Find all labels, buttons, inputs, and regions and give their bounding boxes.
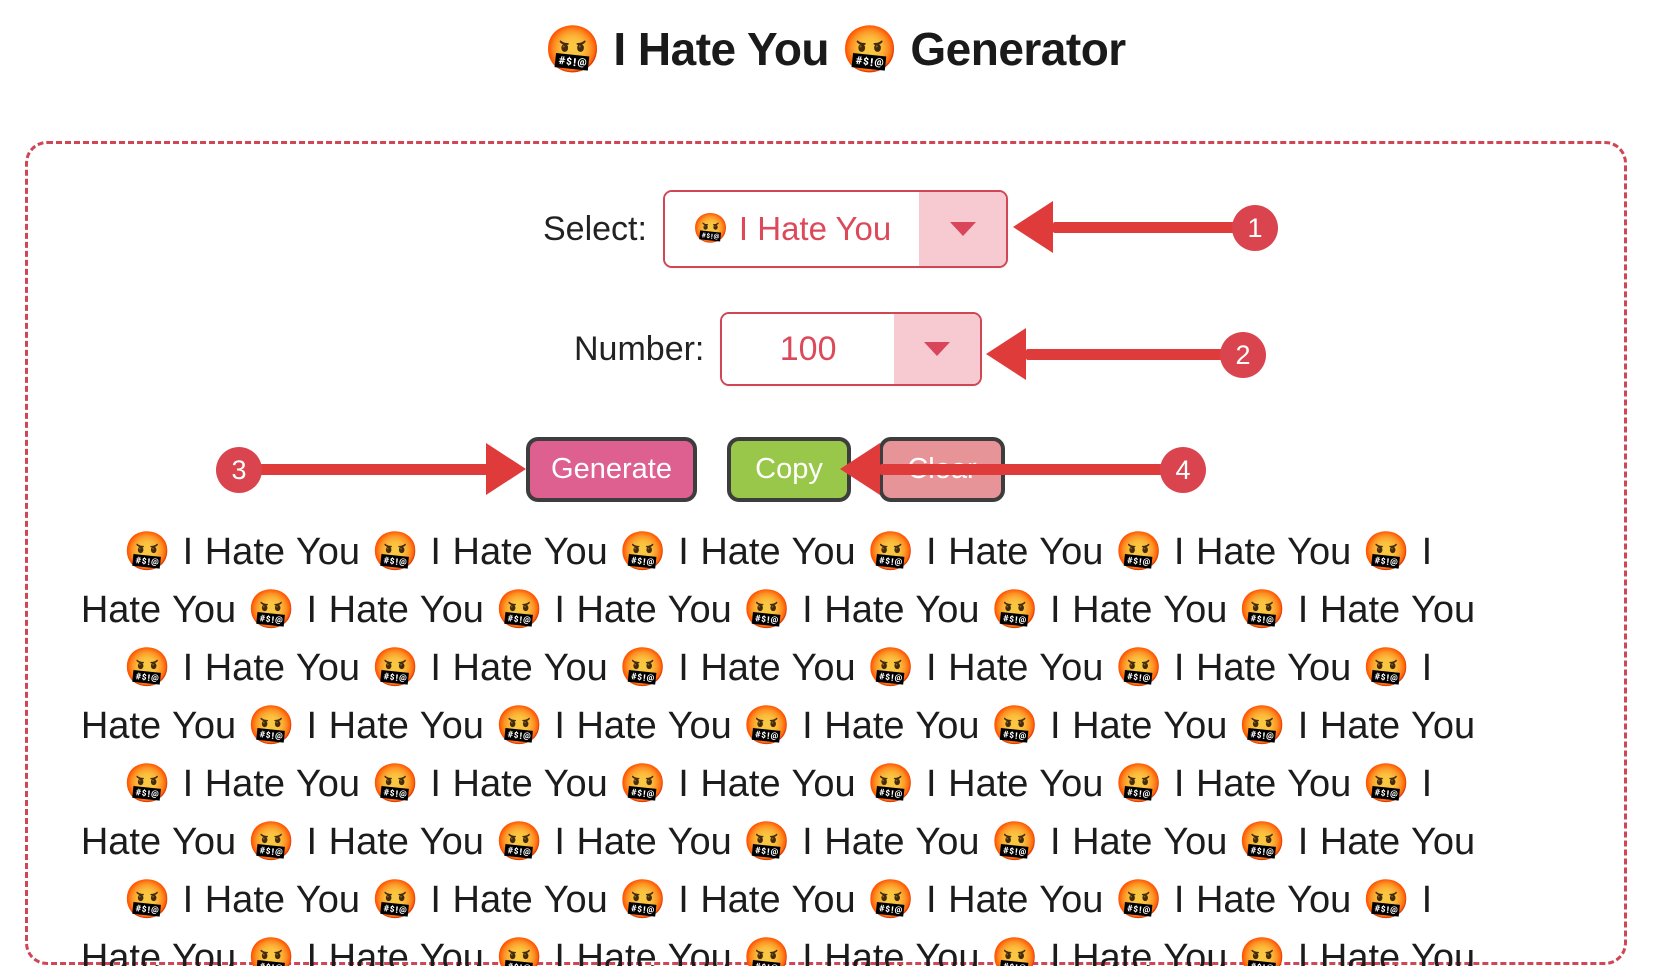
number-dropdown[interactable]: 100 xyxy=(720,312,983,386)
select-row: Select: 🤬 I Hate You xyxy=(543,190,1008,268)
select-value-text: I Hate You xyxy=(738,210,892,247)
annotation-3-arrowhead xyxy=(486,443,526,495)
app-root: 🤬 I Hate You 🤬 Generator Select: 🤬 I Hat… xyxy=(0,0,1670,966)
annotation-4-shaft xyxy=(880,464,1162,475)
number-row: Number: 100 xyxy=(574,312,983,386)
output-text[interactable]: 🤬 I Hate You 🤬 I Hate You 🤬 I Hate You 🤬… xyxy=(78,523,1478,966)
number-label: Number: xyxy=(574,329,705,368)
angry-face-icon: 🤬 xyxy=(692,212,729,245)
select-value[interactable]: 🤬 I Hate You xyxy=(664,192,920,266)
annotation-2-arrowhead xyxy=(986,328,1026,380)
copy-button[interactable]: Copy xyxy=(727,437,851,502)
annotation-4-arrowhead xyxy=(840,443,880,495)
annotation-1-arrowhead xyxy=(1013,201,1053,253)
annotation-2-badge: 2 xyxy=(1220,332,1266,378)
triangle-glyph xyxy=(924,342,951,356)
generate-button[interactable]: Generate xyxy=(526,437,697,502)
select-label: Select: xyxy=(543,209,647,248)
number-value[interactable]: 100 xyxy=(722,314,894,384)
annotation-3-shaft xyxy=(256,464,488,475)
annotation-2-shaft xyxy=(1026,349,1222,360)
annotation-1-shaft xyxy=(1053,222,1238,233)
annotation-3-badge: 3 xyxy=(216,447,262,493)
annotation-4-badge: 4 xyxy=(1160,447,1206,493)
number-chevron-down-icon[interactable] xyxy=(893,314,981,384)
annotation-1-badge: 1 xyxy=(1232,205,1278,251)
select-dropdown[interactable]: 🤬 I Hate You xyxy=(662,190,1008,268)
triangle-glyph xyxy=(949,222,976,236)
select-chevron-down-icon[interactable] xyxy=(919,192,1006,266)
page-title: 🤬 I Hate You 🤬 Generator xyxy=(544,23,1126,75)
